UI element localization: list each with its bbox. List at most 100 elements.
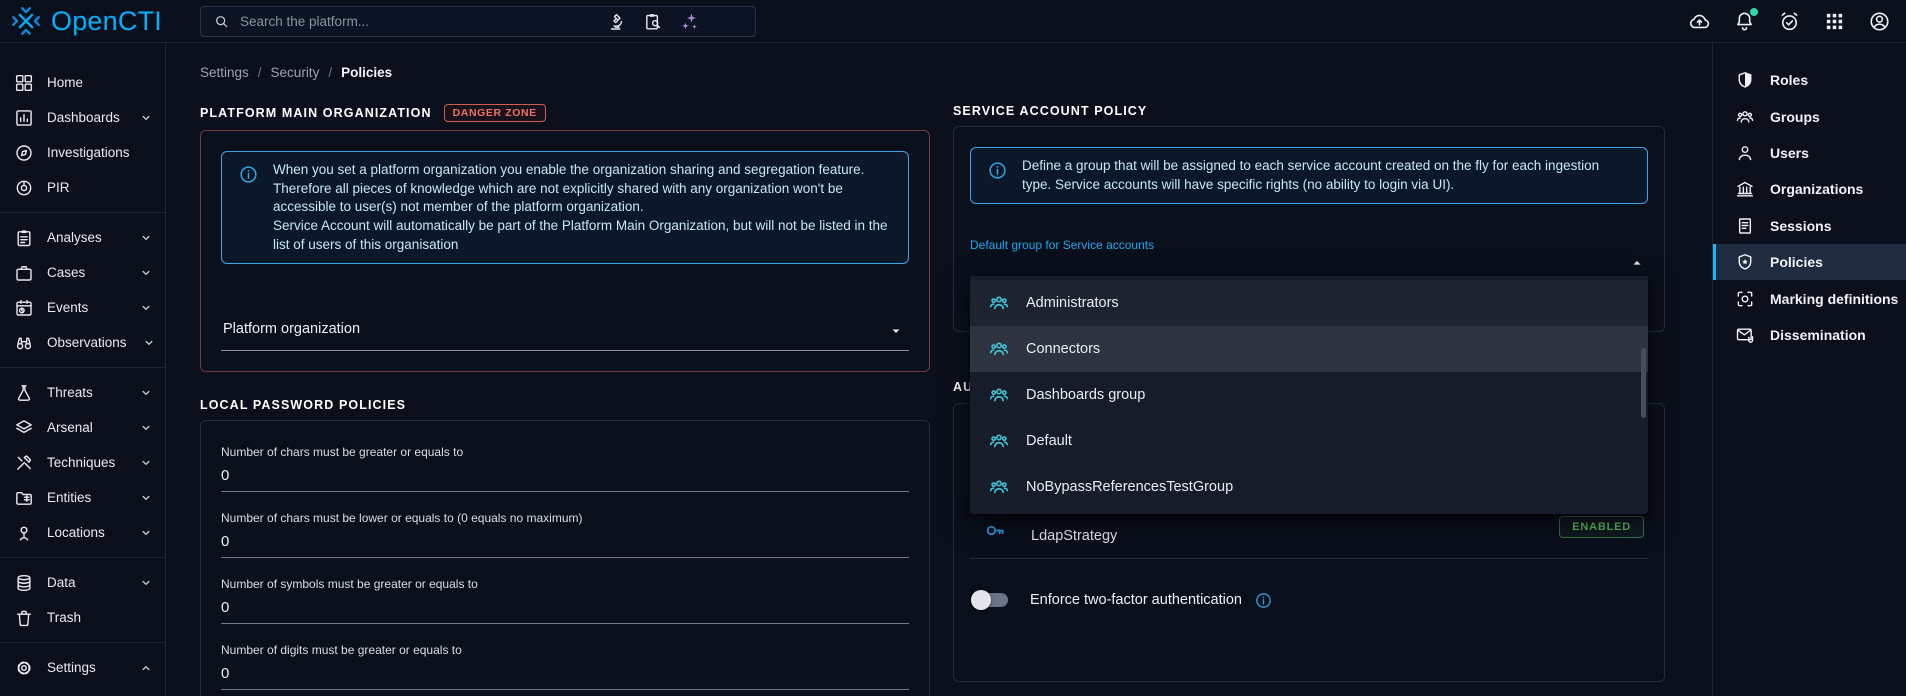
security-nav-roles[interactable]: Roles	[1713, 62, 1906, 98]
security-nav-users[interactable]: Users	[1713, 135, 1906, 171]
field-value-input[interactable]: 0	[221, 665, 909, 690]
sidebar-item-arsenal[interactable]: Arsenal	[0, 410, 165, 445]
field-value-input[interactable]: 0	[221, 599, 909, 624]
triggers-button[interactable]	[1776, 9, 1802, 35]
groups-icon	[988, 292, 1010, 314]
notification-dot	[1750, 8, 1758, 16]
sidebar-item-observations[interactable]: Observations	[0, 325, 165, 360]
chevron-down-icon	[137, 299, 155, 317]
sidebar-item-label: Trash	[47, 610, 81, 625]
main-content: Settings/Security/Policies PLATFORM MAIN…	[166, 43, 1712, 696]
password-policies-title: LOCAL PASSWORD POLICIES	[200, 398, 406, 412]
search-icon	[213, 13, 230, 30]
breadcrumb-link[interactable]: Settings	[200, 65, 249, 80]
opencti-logo-icon	[10, 5, 42, 37]
group-dropdown-menu: Administrators Connectors Dashboards group…	[970, 276, 1648, 514]
security-nav-groups[interactable]: Groups	[1713, 98, 1906, 134]
default-group-select[interactable]: AdministratorsConnectorsDashboards group…	[970, 252, 1648, 278]
chevron-down-icon	[137, 574, 155, 592]
security-nav-label: Policies	[1770, 254, 1823, 270]
chevron-down-icon	[137, 229, 155, 247]
dropdown-options: Administrators Connectors Dashboards group…	[970, 280, 1648, 510]
security-nav-policies[interactable]: Policies	[1713, 244, 1906, 280]
danger-zone-badge: DANGER ZONE	[444, 104, 546, 122]
sidebar-item-label: Observations	[47, 335, 127, 350]
sidebar-item-trash[interactable]: Trash	[0, 600, 165, 635]
option-nobypassreferencestestgroup[interactable]: NoBypassReferencesTestGroup	[970, 464, 1648, 510]
sidebar-item-analyses[interactable]: Analyses	[0, 220, 165, 255]
sidebar-item-label: Arsenal	[47, 420, 93, 435]
app-logo-text: OpenCTI	[51, 6, 162, 37]
app-logo[interactable]: OpenCTI	[0, 5, 166, 37]
security-nav-sessions[interactable]: Sessions	[1713, 208, 1906, 244]
twofa-toggle[interactable]	[974, 593, 1008, 607]
global-search[interactable]	[200, 6, 756, 37]
apps-grid-button[interactable]	[1821, 9, 1847, 35]
field-label: Number of chars must be lower or equals …	[221, 511, 909, 525]
option-connectors[interactable]: Connectors	[970, 326, 1648, 372]
sidebar-item-locations[interactable]: Locations	[0, 515, 165, 550]
platform-organization-select[interactable]: Platform organization	[221, 320, 909, 351]
profile-button[interactable]	[1866, 9, 1892, 35]
sidebar-item-label: Entities	[47, 490, 91, 505]
profile-icon	[1868, 10, 1891, 33]
twofa-row: Enforce two-factor authentication	[974, 582, 1648, 618]
option-administrators[interactable]: Administrators	[970, 280, 1648, 326]
option-dashboards-group[interactable]: Dashboards group	[970, 372, 1648, 418]
sidebar-item-label: Settings	[47, 660, 96, 675]
field-value-input[interactable]: 0	[221, 467, 909, 492]
security-nav-label: Roles	[1770, 72, 1808, 88]
cases-icon	[14, 263, 34, 283]
roles-icon	[1735, 70, 1755, 90]
chevron-down-icon	[140, 334, 158, 352]
option-default[interactable]: Default	[970, 418, 1648, 464]
security-nav-marking-definitions[interactable]: Marking definitions	[1713, 280, 1906, 316]
password-policy-field: Number of chars must be lower or equals …	[221, 511, 909, 558]
strategy-name: LdapStrategy	[1031, 528, 1117, 544]
sidebar-item-techniques[interactable]: Techniques	[0, 445, 165, 480]
info-paragraph: Service Account will automatically be pa…	[273, 217, 892, 254]
notifications-button[interactable]	[1731, 9, 1757, 35]
organizations-icon	[1735, 179, 1755, 199]
threats-icon	[14, 383, 34, 403]
data-sharing-button[interactable]	[1686, 9, 1712, 35]
caret-up-icon	[1628, 254, 1646, 272]
dropdown-scrollbar[interactable]	[1641, 348, 1646, 418]
password-policies-card: Number of chars must be greater or equal…	[200, 420, 930, 696]
chevron-down-icon	[137, 419, 155, 437]
field-value-input[interactable]: 0	[221, 533, 909, 558]
service-account-title: SERVICE ACCOUNT POLICY	[953, 104, 1147, 118]
search-input[interactable]	[240, 14, 597, 29]
sidebar-item-home[interactable]: Home	[0, 65, 165, 100]
option-label: Administrators	[1026, 295, 1119, 311]
clipboard-search-icon[interactable]	[643, 12, 663, 32]
observations-icon	[14, 333, 34, 353]
nav-divider	[0, 212, 165, 213]
sidebar-item-pir[interactable]: PIR	[0, 170, 165, 205]
sidebar-item-investigations[interactable]: Investigations	[0, 135, 165, 170]
sidebar-item-settings[interactable]: Settings	[0, 650, 165, 685]
sidebar-item-threats[interactable]: Threats	[0, 375, 165, 410]
data-icon	[14, 573, 34, 593]
default-group-select-label: Default group for Service accounts	[970, 238, 1648, 252]
sidebar-item-label: Threats	[47, 385, 93, 400]
security-nav-organizations[interactable]: Organizations	[1713, 171, 1906, 207]
sidebar-item-cases[interactable]: Cases	[0, 255, 165, 290]
microscope-icon[interactable]	[607, 12, 627, 32]
groups-icon	[988, 430, 1010, 452]
option-label: Connectors	[1026, 341, 1100, 357]
ai-sparkles-icon[interactable]	[679, 11, 701, 33]
sidebar-item-entities[interactable]: Entities	[0, 480, 165, 515]
sidebar-item-dashboards[interactable]: Dashboards	[0, 100, 165, 135]
sidebar-item-data[interactable]: Data	[0, 565, 165, 600]
field-label: Number of symbols must be greater or equ…	[221, 577, 909, 591]
info-icon	[238, 164, 259, 185]
info-icon[interactable]	[1254, 591, 1273, 610]
sidebar-item-label: Analyses	[47, 230, 102, 245]
sidebar-item-label: Home	[47, 75, 83, 90]
sidebar-item-label: Cases	[47, 265, 85, 280]
sidebar-item-events[interactable]: Events	[0, 290, 165, 325]
security-nav-dissemination[interactable]: Dissemination	[1713, 317, 1906, 353]
service-account-card: Define a group that will be assigned to …	[953, 126, 1665, 332]
breadcrumb-link[interactable]: Security	[271, 65, 320, 80]
